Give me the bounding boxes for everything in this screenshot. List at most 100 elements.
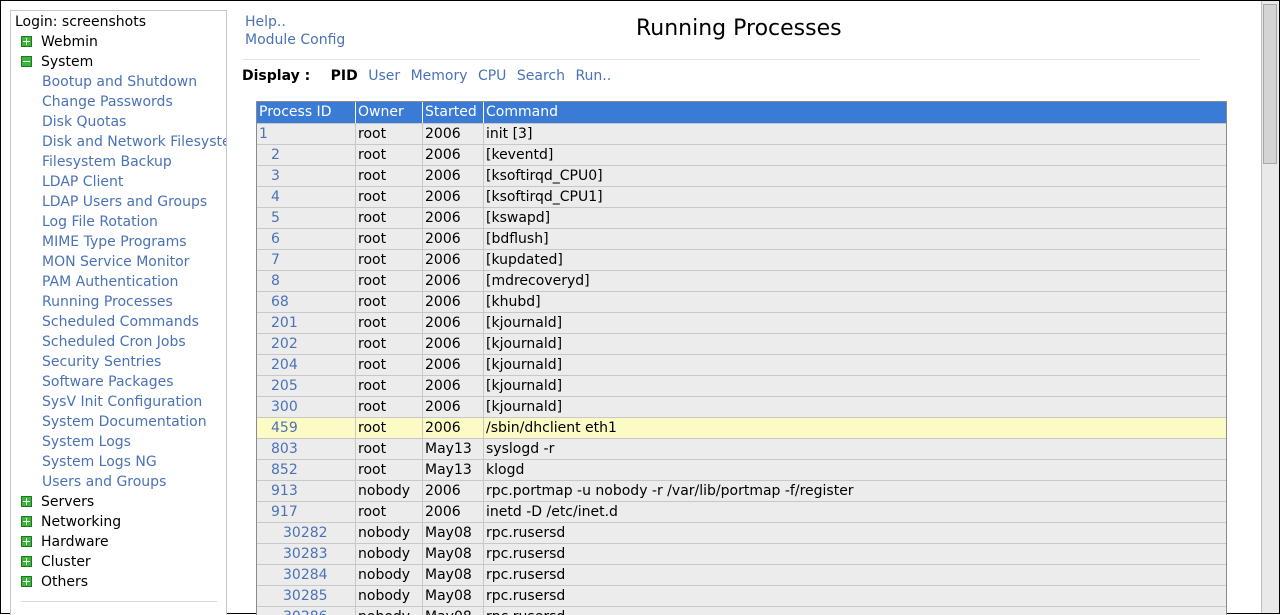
process-id-link[interactable]: 6 — [271, 231, 280, 247]
table-row: 201 root 2006 [kjournald] — [257, 312, 1226, 333]
process-id-link[interactable]: 852 — [271, 462, 298, 478]
category-label: Networking — [41, 514, 122, 530]
category-hardware[interactable]: Hardware — [21, 532, 109, 552]
started-cell: 2006 — [425, 231, 461, 247]
category-cluster[interactable]: Cluster — [21, 552, 91, 572]
process-id-link[interactable]: 205 — [271, 378, 298, 394]
sidebar-module-link[interactable]: Bootup and Shutdown — [42, 72, 197, 92]
table-row: 3 root 2006 [ksoftirqd_CPU0] — [257, 165, 1226, 186]
sidebar-module-link[interactable]: System Logs NG — [42, 452, 157, 472]
table-cell: 30285 — [257, 586, 356, 606]
expand-icon — [21, 496, 32, 507]
category-networking[interactable]: Networking — [21, 512, 121, 532]
owner-cell: root — [358, 189, 387, 205]
table-row: 2 root 2006 [keventd] — [257, 144, 1226, 165]
process-id-link[interactable]: 68 — [271, 294, 289, 310]
sidebar-module-link[interactable]: Filesystem Backup — [42, 152, 172, 172]
owner-cell: nobody — [358, 525, 411, 541]
table-cell: nobody — [356, 523, 423, 543]
process-id-link[interactable]: 201 — [271, 315, 298, 331]
display-mode-search[interactable]: Search — [517, 68, 565, 84]
vertical-scrollbar[interactable] — [1261, 1, 1279, 613]
table-cell: 459 — [257, 418, 356, 438]
sidebar-module-link[interactable]: LDAP Users and Groups — [42, 192, 207, 212]
process-id-link[interactable]: 7 — [271, 252, 280, 268]
category-label: Cluster — [41, 554, 91, 570]
process-id-link[interactable]: 30282 — [283, 525, 328, 541]
sidebar-module-link[interactable]: Users and Groups — [42, 472, 166, 492]
sidebar-module-link[interactable]: Log File Rotation — [42, 212, 158, 232]
process-id-link[interactable]: 202 — [271, 336, 298, 352]
process-id-link[interactable]: 803 — [271, 441, 298, 457]
display-mode-memory[interactable]: Memory — [411, 68, 468, 84]
table-row: 1 root 2006 init [3] — [257, 123, 1226, 144]
process-id-link[interactable]: 3 — [271, 168, 280, 184]
category-label: System — [41, 54, 94, 70]
login-label: Login: screenshots — [15, 14, 146, 30]
process-id-link[interactable]: 1 — [259, 126, 268, 142]
process-id-link[interactable]: 30286 — [283, 609, 328, 615]
category-system[interactable]: System — [21, 52, 93, 72]
table-row: 913 nobody 2006 rpc.portmap -u nobody -r /v… — [257, 480, 1226, 501]
category-others[interactable]: Others — [21, 572, 88, 592]
sidebar-module-link[interactable]: Disk and Network Filesystems — [42, 132, 226, 152]
sidebar-module-link[interactable]: LDAP Client — [42, 172, 123, 192]
sidebar-module-link[interactable]: PAM Authentication — [42, 272, 178, 292]
sidebar-module-link[interactable]: Running Processes — [42, 292, 173, 312]
expand-icon — [21, 576, 32, 587]
sidebar-module-link[interactable]: System Documentation — [42, 412, 207, 432]
started-cell: May08 — [425, 546, 472, 562]
display-mode-cpu[interactable]: CPU — [478, 68, 506, 84]
sidebar-module-link[interactable]: Disk Quotas — [42, 112, 126, 132]
sidebar-module-link[interactable]: Scheduled Cron Jobs — [42, 332, 186, 352]
table-cell: 68 — [257, 292, 356, 312]
table-cell: root — [356, 208, 423, 228]
sidebar-module-link[interactable]: SysV Init Configuration — [42, 392, 202, 412]
table-row: 202 root 2006 [kjournald] — [257, 333, 1226, 354]
sidebar-module-link[interactable]: System Logs — [42, 432, 131, 452]
process-id-link[interactable]: 4 — [271, 189, 280, 205]
display-mode-run[interactable]: Run.. — [575, 68, 611, 84]
sidebar-module-link[interactable]: Change Passwords — [42, 92, 173, 112]
table-cell: 1 — [257, 124, 356, 144]
help-link[interactable]: Help.. — [245, 14, 286, 30]
process-id-link[interactable]: 459 — [271, 420, 298, 436]
process-id-link[interactable]: 913 — [271, 483, 298, 499]
owner-cell: nobody — [358, 609, 410, 615]
sidebar-module-link[interactable]: Scheduled Commands — [42, 312, 199, 332]
table-cell: /sbin/dhclient eth1 — [484, 418, 1226, 438]
category-webmin[interactable]: Webmin — [21, 32, 98, 52]
process-id-link[interactable]: 204 — [271, 357, 298, 373]
owner-cell: nobody — [358, 567, 411, 583]
command-cell: /sbin/dhclient eth1 — [486, 420, 617, 436]
process-id-link[interactable]: 30284 — [283, 567, 328, 583]
started-cell: 2006 — [425, 168, 461, 184]
process-id-link[interactable]: 30283 — [283, 546, 328, 562]
table-cell: rpc.rusersd — [484, 565, 1226, 585]
owner-cell: root — [358, 168, 387, 184]
module-config-link[interactable]: Module Config — [245, 32, 345, 48]
process-id-link[interactable]: 2 — [271, 147, 280, 163]
table-cell: 6 — [257, 229, 356, 249]
display-mode-user[interactable]: User — [368, 68, 400, 84]
sidebar-module-link[interactable]: Security Sentries — [42, 352, 161, 372]
process-id-link[interactable]: 300 — [271, 399, 298, 415]
process-id-link[interactable]: 917 — [271, 504, 298, 520]
table-row: 30284 nobody May08 rpc.rusersd — [257, 564, 1226, 585]
started-cell: May08 — [425, 567, 472, 583]
column-command: Command — [486, 104, 558, 120]
category-servers[interactable]: Servers — [21, 492, 94, 512]
process-id-link[interactable]: 8 — [271, 273, 280, 289]
sidebar-module-link[interactable]: MON Service Monitor — [42, 252, 189, 272]
command-cell: rpc.rusersd — [486, 525, 566, 541]
table-cell: 2006 — [423, 166, 484, 186]
owner-cell: root — [358, 231, 387, 247]
started-cell: 2006 — [425, 315, 461, 331]
table-cell: [ksoftirqd_CPU0] — [484, 166, 1226, 186]
sidebar-module-link[interactable]: MIME Type Programs — [42, 232, 187, 252]
process-id-link[interactable]: 5 — [271, 210, 280, 226]
scrollbar-thumb[interactable] — [1263, 4, 1277, 164]
sidebar-module-link[interactable]: Software Packages — [42, 372, 174, 392]
table-cell: 2006 — [423, 208, 484, 228]
process-id-link[interactable]: 30285 — [283, 588, 328, 604]
